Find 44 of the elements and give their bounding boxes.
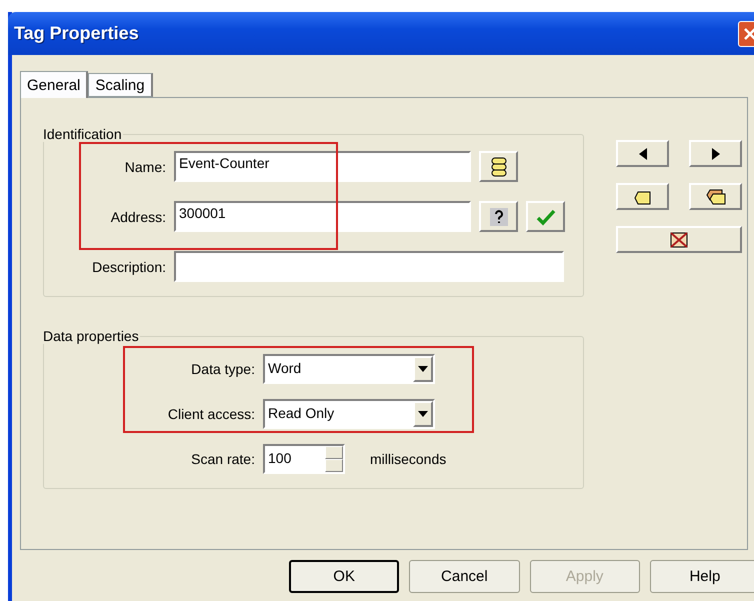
tab[interactable]: Scaling xyxy=(88,73,153,97)
window-title: Tag Properties xyxy=(14,23,139,44)
dropdown-button[interactable] xyxy=(413,356,433,382)
field-label: Address: xyxy=(110,208,166,224)
field-label: Name: xyxy=(124,158,166,174)
delete-icon xyxy=(670,232,688,248)
field-label: Description: xyxy=(91,258,166,274)
copy-tag-button[interactable] xyxy=(689,183,742,210)
spin-down-button[interactable] xyxy=(325,459,343,472)
caret-icon xyxy=(418,411,428,417)
field-label: Data type: xyxy=(190,361,255,377)
caret-icon xyxy=(418,366,428,372)
delete-tag-button[interactable] xyxy=(616,226,742,253)
client-access-dropdown[interactable]: Read Only xyxy=(263,399,435,429)
new-tag-button[interactable] xyxy=(616,183,669,210)
data-type-dropdown[interactable]: Word xyxy=(263,354,435,384)
verify-button[interactable] xyxy=(526,201,565,232)
right-arrow-icon xyxy=(710,146,722,160)
field-label: Scan rate: xyxy=(190,451,255,467)
description-field[interactable] xyxy=(174,251,564,282)
unit-label: milliseconds xyxy=(370,451,446,467)
field-label: Client access: xyxy=(166,406,255,422)
left-arrow-icon xyxy=(636,146,648,160)
group-title: Data properties xyxy=(42,328,140,344)
tags-icon xyxy=(706,188,726,204)
dropdown-button[interactable] xyxy=(413,401,433,427)
next-button[interactable] xyxy=(689,140,742,167)
tag-icon xyxy=(634,188,652,204)
name-field[interactable]: Event-Counter xyxy=(174,151,471,182)
address-field[interactable]: 300001 xyxy=(174,201,471,232)
scan-rate-spinner[interactable]: 100 xyxy=(263,444,345,474)
dialog-button[interactable]: Cancel xyxy=(409,560,520,593)
dialog-button[interactable]: Help xyxy=(650,560,754,593)
spin-up-button[interactable] xyxy=(325,446,343,459)
help-button[interactable] xyxy=(479,201,518,232)
tag-stack-icon xyxy=(490,156,508,176)
check-icon xyxy=(536,208,556,226)
question-icon xyxy=(490,208,508,226)
close-icon xyxy=(743,26,754,40)
dialog-button[interactable]: OK xyxy=(289,560,400,593)
group-title: Identification xyxy=(42,126,123,142)
previous-button[interactable] xyxy=(616,140,669,167)
tab[interactable]: General xyxy=(20,71,88,98)
browse-button[interactable] xyxy=(479,151,518,182)
